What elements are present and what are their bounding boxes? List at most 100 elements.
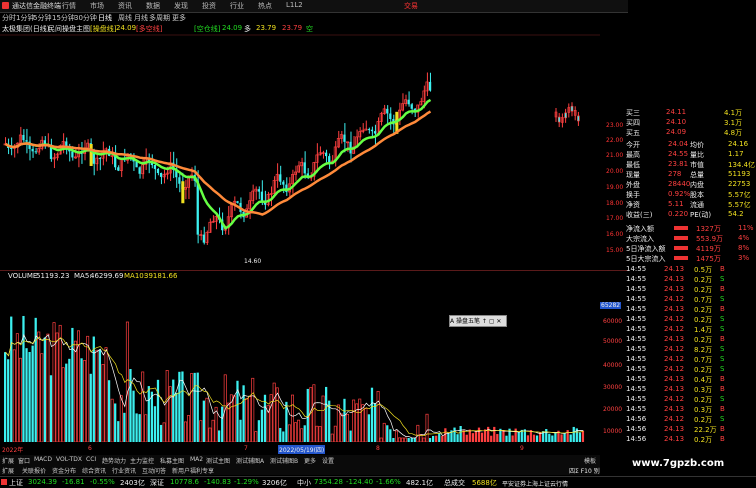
indicator-tab[interactable]: 窗口 [18,456,30,465]
indicator-tab[interactable]: MACD [34,456,52,463]
indicator-tab[interactable]: 私募主图 [160,456,184,465]
period-tab-active[interactable]: 日线 [98,13,112,23]
volume-bar [441,435,444,442]
tick-row: 14:55 24.12 1.4万 S [624,325,756,334]
volume-bar [447,432,450,442]
tick-volume: 0.2万 [694,416,713,424]
tick-row: 14:55 24.13 0.3万 B [624,405,756,414]
volume-bar [487,426,490,442]
period-tab[interactable]: 更多 [172,13,186,23]
indicator-tab[interactable]: 更多 [304,456,316,465]
indicator-tab[interactable]: 测试主图 [206,456,230,465]
info-tab[interactable]: 互动问答 [142,466,166,475]
volume-bar [572,426,575,442]
tick-row: 14:55 24.12 0.2万 S [624,395,756,404]
volume-bar [581,430,585,442]
candle-body [71,151,74,158]
price-axis-tick: 17.00 [606,215,624,222]
info-tab[interactable]: 关联报价 [22,466,46,475]
flow-row: 净流入额 1327万 11% [624,224,756,233]
volume-header: VOLUME 51193.23 MA5: 46299.69 MA10: 3918… [0,272,600,282]
info-tab[interactable]: 资金分布 [52,466,76,475]
indicator-tab[interactable]: VOL-TDX [56,456,82,463]
volume-bar [73,340,77,443]
candlestick-chart[interactable]: 14.60 23.00 22.00 21.00 20.00 19.00 18.0… [0,34,623,268]
menu-item[interactable]: L1L2 [286,1,303,11]
tick-side: S [720,275,725,283]
volume-bar [257,420,260,442]
candle-body [389,113,392,119]
price-axis-tick: 19.00 [606,184,624,191]
indicator-tab[interactable]: 测试辅图A [236,456,264,465]
menu-item[interactable]: 发现 [174,1,188,11]
floating-toolbar-label[interactable]: A 操盘五笔 ↑ ▢ ✕ [450,318,501,325]
volume-bar [61,367,65,443]
period-tab[interactable]: 月线 [134,13,148,23]
flow-label: 大宗流入 [626,235,654,243]
indicator-tab[interactable]: 测试辅图B [270,456,298,465]
tick-volume: 0.2万 [694,316,713,324]
menu-item[interactable]: 行情 [62,1,76,11]
info-tab[interactable]: 新用户福利专享 [172,466,214,475]
flow-pct: 8% [738,244,750,252]
tick-side: B [720,265,725,273]
indicator-tab[interactable]: CCI [86,456,96,463]
pane-divider[interactable] [0,270,628,271]
floating-toolbar[interactable]: A 操盘五笔 ↑ ▢ ✕ [449,315,507,327]
period-tab[interactable]: 分时 [2,13,16,23]
info-tab[interactable]: 行业资讯 [112,466,136,475]
tick-price: 24.13 [664,435,685,443]
index-pct: -0.55% [90,478,115,486]
menu-item[interactable]: 资讯 [118,1,132,11]
volume-bar [101,364,105,443]
indicator-tab[interactable]: MA2 [190,456,203,463]
tick-time: 14:55 [626,325,647,333]
volume-chart[interactable]: 60000 50000 40000 30000 20000 10000 6528… [0,282,622,443]
menu-item[interactable]: 行业 [230,1,244,11]
menu-item[interactable]: 市场 [90,1,104,11]
tick-row: 14:55 24.13 0.5万 B [624,265,756,274]
period-tab[interactable]: 5分钟 [33,13,51,23]
template-button[interactable]: 模板 [584,456,596,465]
tick-volume: 0.2万 [694,336,713,344]
candle-body [328,156,331,163]
period-tab[interactable]: 多周期 [149,13,170,23]
site-watermark: www.7gpzb.com [632,458,725,469]
menu-item[interactable]: 热点 [258,1,272,11]
tick-volume: 0.2万 [694,436,713,444]
status-right[interactable]: 四Σ F10 别 [569,466,600,475]
menu-item[interactable]: 数据 [146,1,160,11]
period-tab[interactable]: 1分钟 [16,13,34,23]
period-tab[interactable]: 30分钟 [74,13,97,23]
period-tab[interactable]: 周线 [118,13,132,23]
indicator-tab[interactable]: 扩展 [2,456,14,465]
orderbook-price: 24.11 [666,108,687,116]
indicator-tab[interactable]: 主力监控 [130,456,154,465]
stat-label: 换手 [626,191,640,199]
stat-label: 外盘 [626,181,640,189]
volume-bar [110,398,114,443]
info-tab[interactable]: 综合资讯 [82,466,106,475]
volume-bar [505,435,508,442]
menu-item[interactable]: 投资 [202,1,216,11]
tick-price: 24.12 [664,325,685,333]
indicator-tab[interactable]: 趋势动力 [102,456,126,465]
stat-label: 流通 [690,201,704,209]
market-up-icon [1,479,7,485]
indicator-name[interactable]: 民间操盘主图 [48,24,90,34]
orderbook-vol: 3.1万 [724,119,743,127]
volume-bar [260,409,264,442]
volume-bar [49,375,53,442]
period-tab[interactable]: 15分钟 [52,13,75,23]
index-change: -140.83 [204,478,232,486]
indicator-tab[interactable]: 设置 [322,456,334,465]
trade-button[interactable]: 交易 [404,1,418,11]
volume-bar [297,419,301,443]
flow-row: 5日大宗流入 1475万 3% [624,254,756,263]
volume-bar [107,380,111,442]
stat-label: 收益(三) [626,211,653,219]
volume-bar [156,379,160,442]
tick-side: B [720,405,725,413]
volume-bar [532,434,536,442]
info-tab[interactable]: 扩展 [2,466,14,475]
